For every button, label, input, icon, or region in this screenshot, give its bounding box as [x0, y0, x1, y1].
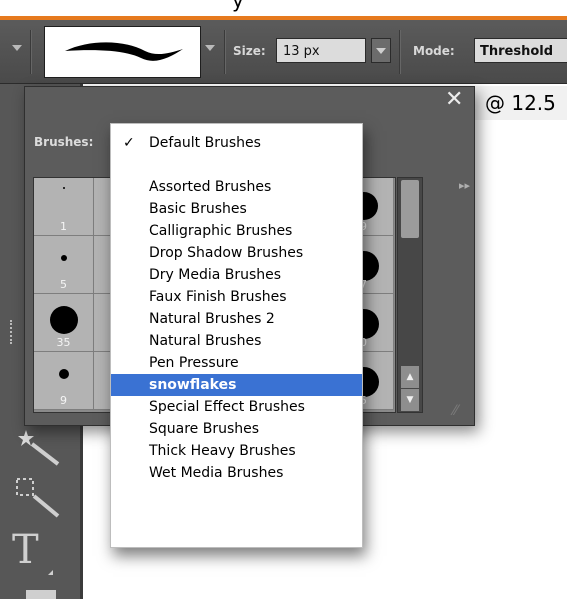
brush-library-item[interactable]: Thick Heavy Brushes	[111, 440, 362, 462]
brush-library-item[interactable]: Calligraphic Brushes	[111, 220, 362, 242]
options-divider	[399, 30, 401, 74]
toolbox-grip-icon	[10, 320, 18, 344]
tool-flyout-corner-icon	[48, 570, 53, 575]
brushes-label: Brushes:	[34, 135, 94, 149]
brush-library-item[interactable]: Faux Finish Brushes	[111, 286, 362, 308]
brush-library-item[interactable]: snowflakes	[111, 374, 362, 396]
brush-size-label: 9	[60, 394, 67, 407]
brush-library-menu: ✓ Default Brushes Assorted Brushes Basic Br…	[110, 123, 363, 548]
mode-label: Mode:	[413, 44, 455, 58]
brush-library-item[interactable]: ✓ Default Brushes	[111, 132, 362, 154]
brush-tip-shape	[63, 187, 65, 189]
brush-library-label: Drop Shadow Brushes	[149, 245, 304, 261]
brush-tip-shape	[61, 255, 67, 261]
brush-library-label: Assorted Brushes	[149, 179, 272, 195]
brush-library-item[interactable]: Dry Media Brushes	[111, 264, 362, 286]
brush-tip-shape	[59, 369, 69, 379]
panel-menu-icon[interactable]: ▸▸	[459, 179, 470, 192]
brush-thumbnail[interactable]: 35	[34, 294, 94, 352]
brush-tip-shape	[50, 306, 78, 334]
brush-size-label: 5	[60, 278, 67, 291]
brush-library-item[interactable]: Natural Brushes 2	[111, 308, 362, 330]
brush-library-item[interactable]: Special Effect Brushes	[111, 396, 362, 418]
brush-library-label: Basic Brushes	[149, 201, 247, 217]
options-divider	[30, 30, 32, 74]
size-dropdown-button[interactable]	[371, 38, 391, 63]
brush-library-label: Square Brushes	[149, 421, 260, 437]
scroll-down-button[interactable]: ▼	[401, 389, 419, 411]
checkmark-icon: ✓	[123, 135, 135, 151]
brush-library-item[interactable]: Wet Media Brushes	[111, 462, 362, 484]
quick-selection-tool[interactable]	[14, 476, 66, 524]
brush-library-label: Pen Pressure	[149, 355, 239, 371]
scrollbar-thumb[interactable]	[401, 180, 419, 238]
tool-partial-icon[interactable]	[26, 590, 56, 599]
size-input[interactable]: 13 px	[276, 38, 366, 63]
brush-library-item[interactable]: Natural Brushes	[111, 330, 362, 352]
magic-wand-tool[interactable]	[14, 428, 66, 472]
tool-preset-arrow-icon[interactable]	[12, 45, 22, 51]
brush-library-item[interactable]: Pen Pressure	[111, 352, 362, 374]
document-title-fragment: y	[232, 0, 244, 12]
brush-library-label: Calligraphic Brushes	[149, 223, 293, 239]
options-divider	[224, 30, 226, 74]
brush-thumbnail[interactable]: 5	[34, 236, 94, 294]
brush-library-label: Faux Finish Brushes	[149, 289, 287, 305]
brush-library-item[interactable]: Assorted Brushes	[111, 176, 362, 198]
brush-library-item[interactable]: Square Brushes	[111, 418, 362, 440]
resize-grip-icon[interactable]: ⁄⁄	[453, 403, 458, 419]
scroll-up-button[interactable]: ▲	[401, 366, 419, 388]
brush-library-label: snowflakes	[149, 377, 237, 393]
size-label: Size:	[233, 44, 266, 58]
document-title-strip: y	[0, 0, 567, 16]
magic-wand-icon	[18, 430, 60, 466]
brush-size-label: 35	[56, 336, 71, 349]
brush-library-label: Special Effect Brushes	[149, 399, 305, 415]
chevron-down-icon	[376, 48, 386, 54]
brush-library-label: Wet Media Brushes	[149, 465, 284, 481]
brush-library-label: Natural Brushes	[149, 333, 262, 349]
brush-size-label: 1	[60, 220, 67, 233]
tool-options-bar: Size: 13 px Mode: Threshold	[0, 20, 567, 84]
brush-library-item[interactable]: Drop Shadow Brushes	[111, 242, 362, 264]
mode-select[interactable]: Threshold	[474, 38, 567, 63]
brush-thumbnail[interactable]: 9	[34, 352, 94, 410]
document-tab[interactable]: @ 12.5	[474, 86, 567, 120]
quick-selection-icon	[16, 478, 60, 518]
type-tool[interactable]: T	[12, 530, 39, 570]
brush-grid-scrollbar[interactable]: ▲ ▼	[397, 177, 423, 413]
brush-library-label: Natural Brushes 2	[149, 311, 275, 327]
brush-picker-arrow-icon[interactable]	[205, 45, 215, 51]
brush-preview[interactable]	[44, 26, 201, 78]
brush-library-label: Default Brushes	[149, 135, 261, 151]
close-icon[interactable]: ✕	[445, 88, 463, 112]
brush-library-label: Thick Heavy Brushes	[149, 443, 296, 459]
brush-library-label: Dry Media Brushes	[149, 267, 282, 283]
brush-library-item[interactable]: Basic Brushes	[111, 198, 362, 220]
brush-thumbnail[interactable]: 1	[34, 178, 94, 236]
